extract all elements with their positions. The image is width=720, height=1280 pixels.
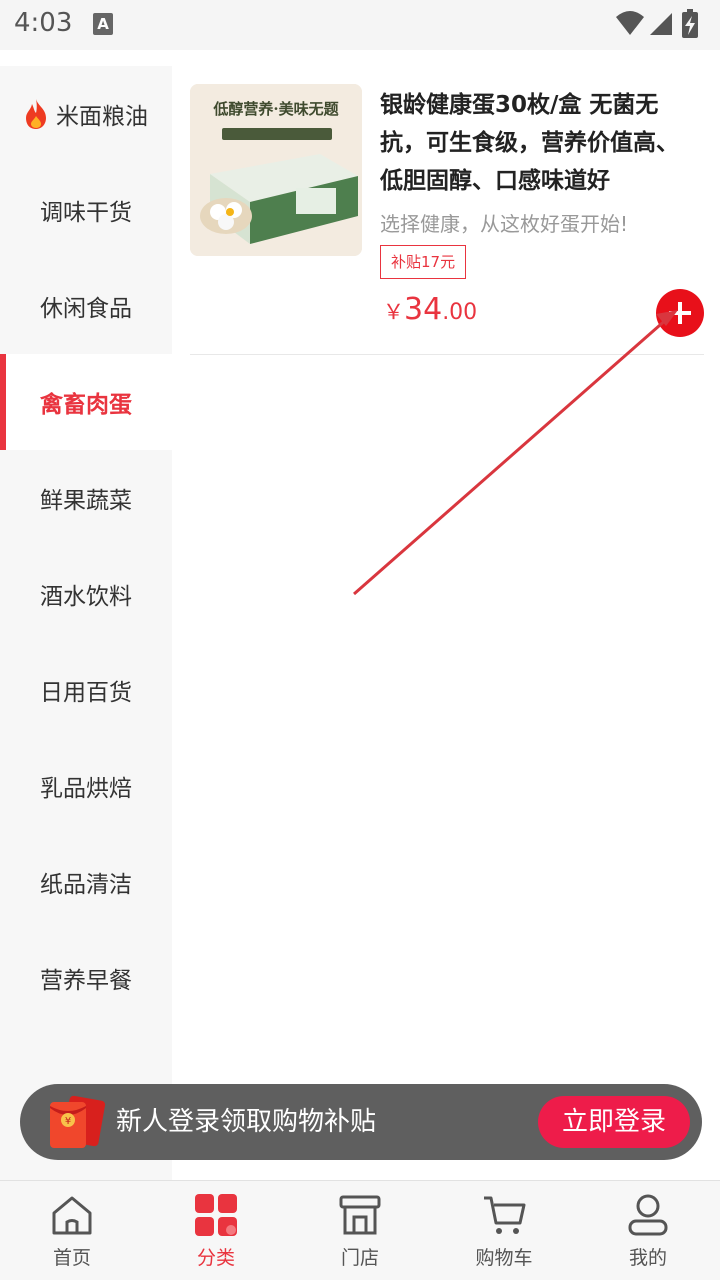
red-envelope-icon: ¥ [50, 1095, 106, 1148]
status-bar: 4:03 A [0, 0, 720, 50]
nav-store[interactable]: 门店 [288, 1181, 432, 1280]
nav-label: 我的 [628, 1247, 667, 1269]
sidebar-item-dairy-bakery[interactable]: 乳品烘焙 [0, 738, 172, 834]
battery-charging-icon [682, 9, 698, 38]
sidebar-item-snacks[interactable]: 休闲食品 [0, 258, 172, 354]
nav-cart[interactable]: 购物车 [432, 1181, 576, 1280]
product-divider [190, 354, 704, 355]
sidebar-item-fruits-vegetables[interactable]: 鲜果蔬菜 [0, 450, 172, 546]
bottom-navigation: 首页 分类 门店 购物车 我的 [0, 1180, 720, 1280]
sidebar-item-label: 调味干货 [40, 200, 132, 226]
sidebar-item-label: 营养早餐 [40, 968, 132, 994]
add-to-cart-button[interactable] [656, 289, 704, 337]
profile-icon [628, 1194, 668, 1236]
product-subtitle: 选择健康，从这枚好蛋开始! [380, 212, 629, 236]
sidebar-item-rice-noodles-oil[interactable]: 米面粮油 [0, 66, 172, 162]
price-decimal: .00 [442, 300, 478, 325]
category-icon [195, 1194, 237, 1236]
sidebar-item-label: 酒水饮料 [40, 584, 132, 610]
nav-profile[interactable]: 我的 [576, 1181, 720, 1280]
nav-label: 首页 [52, 1247, 91, 1269]
subsidy-badge: 补贴17元 [380, 245, 467, 279]
store-icon [339, 1195, 381, 1235]
nav-label: 购物车 [475, 1247, 533, 1269]
sidebar-item-label: 休闲食品 [40, 296, 132, 322]
product-card[interactable]: 低醇营养·美味无题 银龄健康蛋30枚/盒 无菌无抗，可生食级，营养价值高、低胆固… [190, 84, 704, 356]
status-time: 4:03 [14, 8, 73, 38]
price-currency: ￥ [383, 300, 404, 324]
product-title[interactable]: 银龄健康蛋30枚/盒 无菌无抗，可生食级，营养价值高、低胆固醇、口感味道好 [380, 86, 698, 200]
fire-icon [26, 99, 46, 129]
sidebar-item-label: 乳品烘焙 [40, 776, 132, 802]
wifi-icon [616, 11, 644, 35]
nav-label: 门店 [340, 1247, 379, 1269]
nav-label: 分类 [196, 1247, 235, 1269]
notification-icon: A [93, 13, 113, 35]
cart-icon [484, 1196, 526, 1234]
sidebar-item-label: 米面粮油 [56, 104, 148, 130]
category-sidebar: 米面粮油 调味干货 休闲食品 禽畜肉蛋 鲜果蔬菜 酒水饮料 日用百货 乳品烘焙 … [0, 66, 172, 1180]
product-price: ￥34.00 [383, 292, 477, 327]
sidebar-item-label: 鲜果蔬菜 [40, 488, 132, 514]
signal-icon [650, 13, 672, 35]
price-integer: 34 [404, 292, 443, 327]
sidebar-item-daily-goods[interactable]: 日用百货 [0, 642, 172, 738]
sidebar-item-paper-cleaning[interactable]: 纸品清洁 [0, 834, 172, 930]
sidebar-item-label: 纸品清洁 [40, 872, 132, 898]
product-image[interactable]: 低醇营养·美味无题 [190, 84, 362, 256]
sidebar-item-label: 禽畜肉蛋 [40, 392, 132, 418]
sidebar-item-breakfast[interactable]: 营养早餐 [0, 930, 172, 1026]
nav-home[interactable]: 首页 [0, 1181, 144, 1280]
sidebar-item-seasoning[interactable]: 调味干货 [0, 162, 172, 258]
nav-category[interactable]: 分类 [144, 1181, 288, 1280]
login-now-button[interactable]: 立即登录 [538, 1096, 690, 1148]
svg-text:¥: ¥ [65, 1116, 71, 1127]
sidebar-item-drinks[interactable]: 酒水饮料 [0, 546, 172, 642]
product-image-caption: 低醇营养·美味无题 [213, 100, 339, 118]
home-icon [52, 1196, 92, 1235]
login-promo-banner: ¥ 新人登录领取购物补贴 立即登录 [20, 1084, 702, 1160]
status-icons [616, 9, 698, 38]
login-promo-text: 新人登录领取购物补贴 [116, 1107, 377, 1137]
sidebar-item-label: 日用百货 [40, 680, 132, 706]
sidebar-item-meat-eggs[interactable]: 禽畜肉蛋 [0, 354, 172, 450]
